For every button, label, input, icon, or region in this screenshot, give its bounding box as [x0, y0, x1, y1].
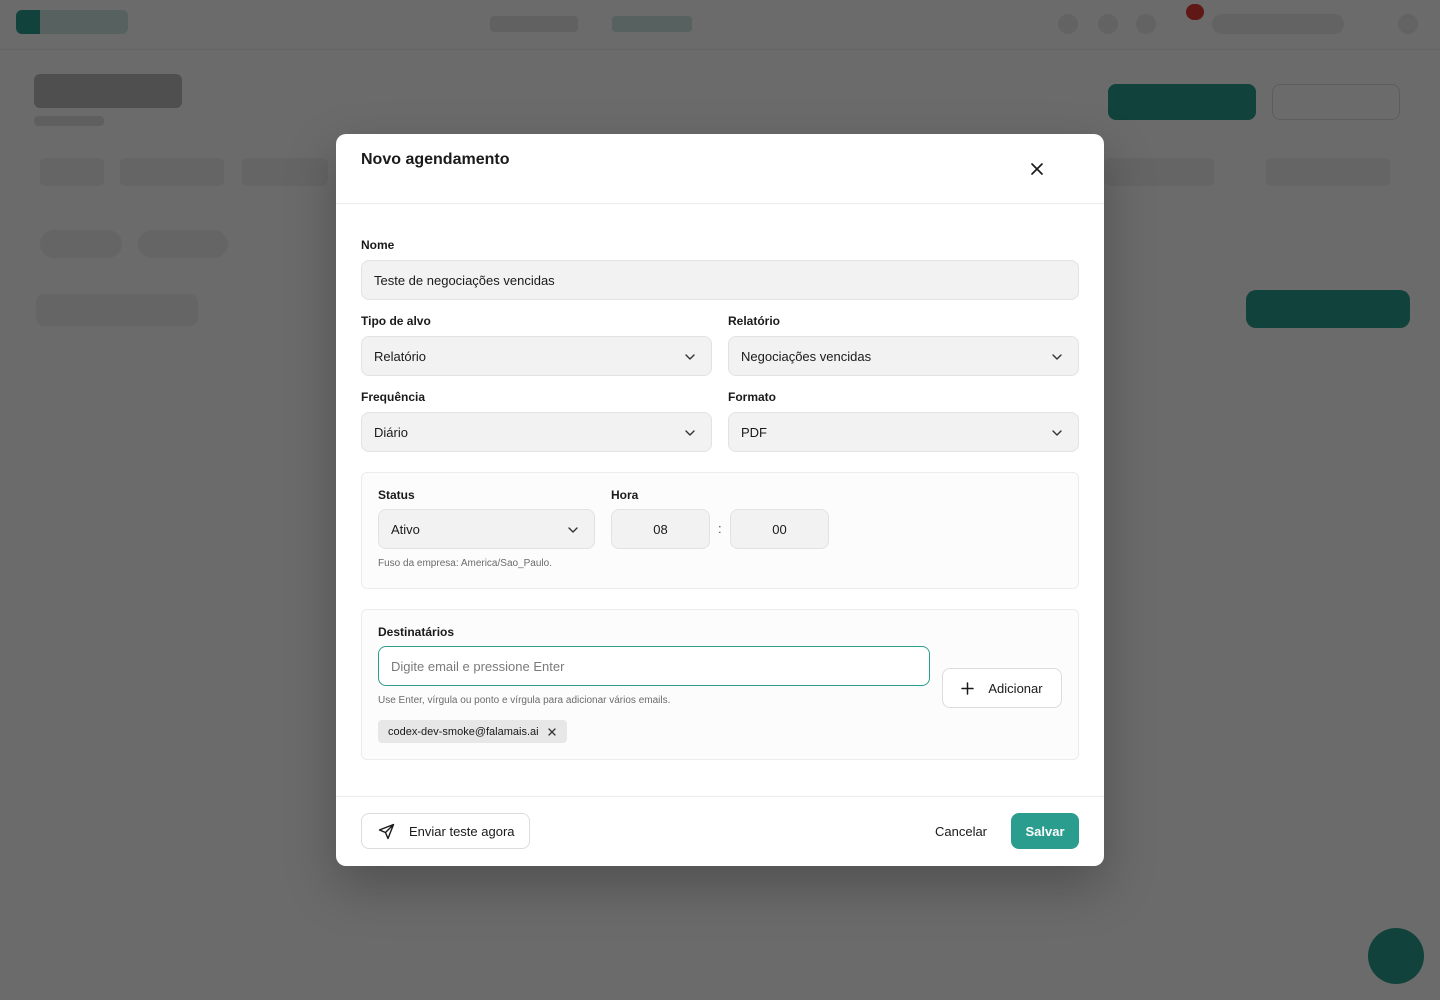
close-icon	[547, 727, 556, 736]
timezone-hint: Fuso da empresa: America/Sao_Paulo.	[378, 558, 552, 569]
hour-input[interactable]: 08	[611, 509, 710, 549]
status-value: Ativo	[391, 521, 420, 537]
modal-header: Novo agendamento	[336, 134, 1104, 204]
close-icon	[1031, 163, 1043, 175]
modal-footer: Enviar teste agora Cancelar Salvar	[336, 796, 1104, 866]
report-value: Negociações vencidas	[741, 348, 872, 364]
chevron-down-icon	[685, 430, 695, 436]
chevron-down-icon	[568, 527, 578, 533]
send-test-label: Enviar teste agora	[409, 823, 515, 839]
status-label: Status	[378, 488, 415, 502]
schedule-modal: Novo agendamento Nome Teste de negociaçõ…	[336, 134, 1104, 866]
recipient-email: codex-dev-smoke@falamais.ai	[388, 725, 539, 738]
recipient-email-input[interactable]	[378, 646, 930, 686]
recipients-hint: Use Enter, vírgula ou ponto e vírgula pa…	[378, 695, 671, 706]
chevron-down-icon	[1052, 354, 1062, 360]
chevron-down-icon	[685, 354, 695, 360]
target-type-label: Tipo de alvo	[361, 314, 431, 328]
time-label: Hora	[611, 488, 639, 502]
format-value: PDF	[741, 424, 767, 440]
save-button[interactable]: Salvar	[1011, 813, 1079, 849]
send-icon	[378, 823, 395, 839]
name-label: Nome	[361, 238, 395, 252]
time-separator: :	[718, 521, 722, 536]
frequency-value: Diário	[374, 424, 408, 440]
close-button[interactable]	[1026, 158, 1048, 180]
cancel-button[interactable]: Cancelar	[926, 813, 996, 849]
status-select[interactable]: Ativo	[378, 509, 595, 549]
format-select[interactable]: PDF	[728, 412, 1079, 452]
recipients-card: Destinatários Adicionar Use Enter, vírgu…	[361, 609, 1079, 760]
recipients-label: Destinatários	[378, 625, 455, 639]
chevron-down-icon	[1052, 430, 1062, 436]
minute-input[interactable]: 00	[730, 509, 829, 549]
format-label: Formato	[728, 390, 776, 404]
target-type-select[interactable]: Relatório	[361, 336, 712, 376]
frequency-label: Frequência	[361, 390, 426, 404]
add-recipient-button[interactable]: Adicionar	[942, 668, 1062, 708]
modal-title: Novo agendamento	[361, 151, 510, 168]
send-test-button[interactable]: Enviar teste agora	[361, 813, 530, 849]
report-select[interactable]: Negociações vencidas	[728, 336, 1079, 376]
target-type-value: Relatório	[374, 348, 427, 364]
report-label: Relatório	[728, 314, 781, 328]
frequency-select[interactable]: Diário	[361, 412, 712, 452]
recipient-tag: codex-dev-smoke@falamais.ai	[378, 720, 567, 743]
remove-recipient-button[interactable]	[547, 727, 557, 737]
plus-icon	[961, 681, 975, 695]
schedule-card: Status Ativo Hora 08 : 00 Fuso da empres…	[361, 472, 1079, 589]
add-recipient-label: Adicionar	[988, 680, 1043, 696]
name-input[interactable]: Teste de negociações vencidas	[361, 260, 1079, 300]
